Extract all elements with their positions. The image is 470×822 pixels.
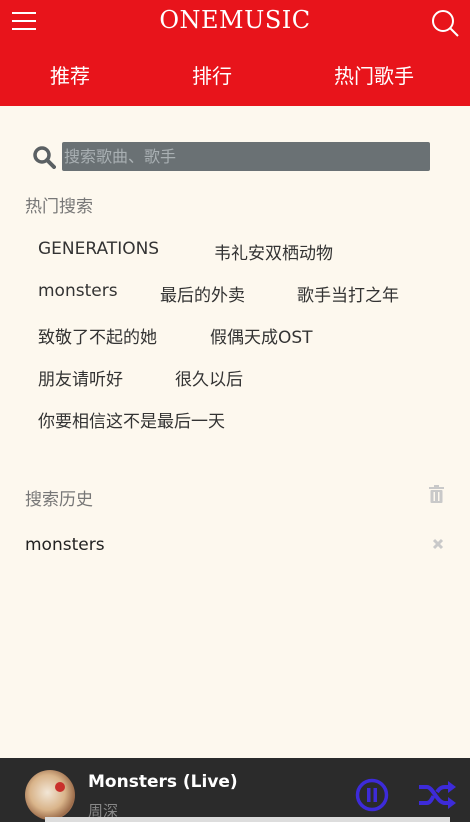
tab-recommend[interactable]: 推荐 (50, 60, 90, 89)
hot-search-tag[interactable]: monsters (38, 281, 118, 301)
tab-hot-singers[interactable]: 热门歌手 (334, 60, 414, 89)
trash-icon[interactable] (429, 485, 444, 503)
search-history-title: 搜索历史 (25, 490, 93, 510)
tab-ranking[interactable]: 排行 (192, 60, 232, 89)
shuffle-icon[interactable] (417, 778, 457, 812)
hot-search-tag[interactable]: 假偶天成OST (210, 323, 313, 348)
hot-search-tag[interactable]: 你要相信这不是最后一天 (38, 407, 225, 432)
hot-search-tag[interactable]: 韦礼安双栖动物 (214, 239, 333, 264)
album-cover[interactable] (25, 770, 75, 820)
song-title: Monsters (Live) (88, 772, 238, 792)
hot-search-title: 热门搜索 (25, 197, 93, 217)
app-brand: ONEMUSIC (159, 6, 311, 34)
search-input[interactable] (62, 142, 430, 171)
hot-search-tag[interactable]: 朋友请听好 (38, 365, 123, 390)
close-icon[interactable] (432, 538, 444, 550)
search-bar (30, 142, 432, 172)
hot-search-tag[interactable]: GENERATIONS (38, 239, 159, 259)
hot-search-tag[interactable]: 最后的外卖 (160, 281, 245, 306)
search-icon (33, 146, 56, 169)
hot-search-tag[interactable]: 很久以后 (175, 365, 243, 390)
bottom-strip (45, 817, 450, 822)
hot-search-tag[interactable]: 歌手当打之年 (297, 281, 399, 306)
mini-player[interactable]: Monsters (Live) 周深 (0, 758, 470, 822)
hot-search-tag[interactable]: 致敬了不起的她 (38, 323, 157, 348)
app-header: ONEMUSIC 推荐 排行 热门歌手 (0, 0, 470, 106)
pause-icon[interactable] (355, 778, 389, 812)
history-item[interactable]: monsters (25, 535, 105, 555)
search-icon[interactable] (430, 8, 460, 38)
